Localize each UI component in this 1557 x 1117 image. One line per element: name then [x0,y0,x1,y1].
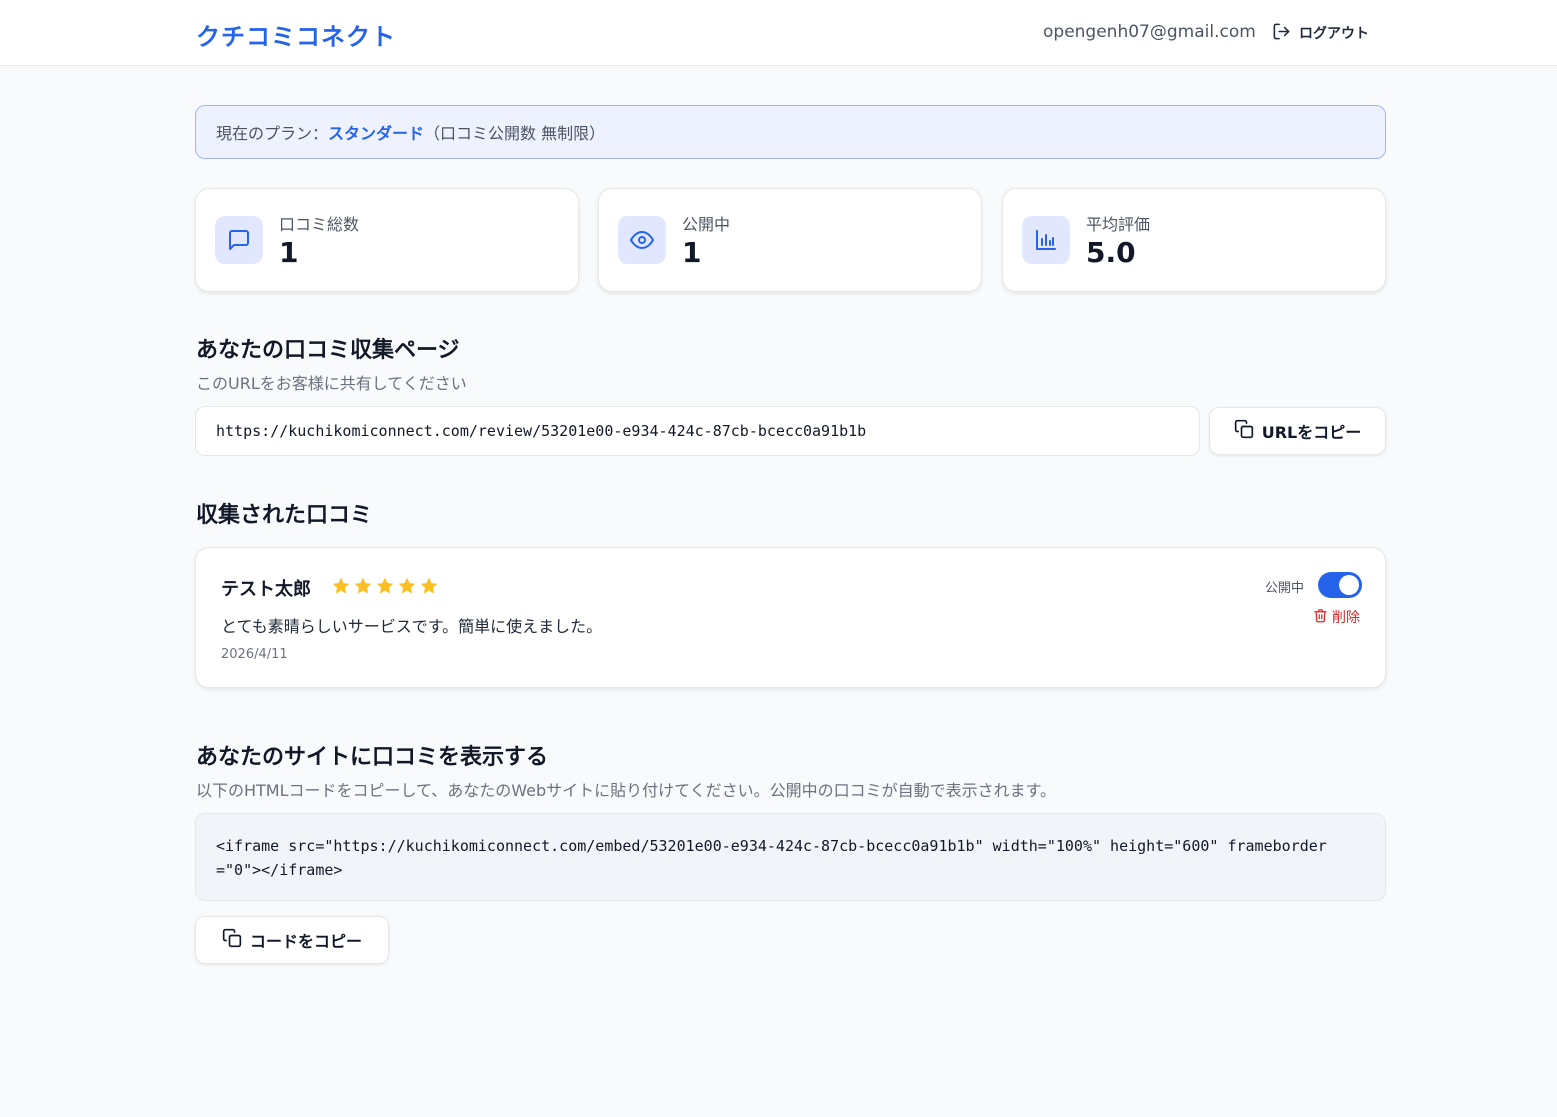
publish-status-label: 公開中 [1265,581,1305,596]
embed-section-title: あなたのサイトに口コミを表示する [196,745,549,770]
copy-icon [222,928,242,952]
top-header: クチコミコネクト opengenh07@gmail.com ログアウト [0,0,1557,66]
plan-name: スタンダード [328,124,425,143]
reviewer-name: テスト太郎 [221,579,311,600]
app-logo[interactable]: クチコミコネクト [196,17,396,52]
logout-label: ログアウト [1299,26,1369,42]
review-text: とても素晴らしいサービスです。簡単に使えました。 [221,617,603,636]
plan-banner: 現在のプラン： スタンダード （口コミ公開数 無制限） [195,105,1386,159]
user-email: opengenh07@gmail.com [1043,22,1256,42]
copy-icon [1234,419,1254,443]
trash-icon [1313,608,1328,627]
reviews-section-title: 収集された口コミ [196,503,373,528]
stat-label: 公開中 [682,215,731,234]
collect-section-subtitle: このURLをお客様に共有してください [196,374,467,393]
review-date: 2026/4/11 [221,647,288,662]
star-icon [332,577,350,594]
embed-section-subtitle: 以下のHTMLコードをコピーして、あなたのWebサイトに貼り付けてください。公開… [196,781,1057,800]
delete-review-button[interactable]: 削除 [1313,607,1360,627]
copy-url-button[interactable]: URLをコピー [1209,407,1386,455]
toggle-knob [1339,575,1359,595]
stat-card-total-reviews: 口コミ総数 1 [195,188,579,292]
stat-value: 1 [279,236,299,269]
star-icon [398,577,416,594]
plan-suffix: （口コミ公開数 無制限） [424,124,606,143]
stat-value: 5.0 [1086,236,1136,269]
plan-prefix: 現在のプラン： [216,124,329,143]
embed-code-block[interactable]: <iframe src="https://kuchikomiconnect.co… [195,813,1386,901]
copy-url-label: URLをコピー [1261,423,1362,442]
stat-value: 1 [682,236,702,269]
logout-button[interactable]: ログアウト [1272,21,1369,45]
stat-card-average-rating: 平均評価 5.0 [1002,188,1386,292]
star-icon [420,577,438,594]
rating-stars [331,576,439,596]
message-square-icon [215,216,263,264]
logout-icon [1272,22,1291,45]
publish-toggle[interactable] [1318,572,1362,598]
eye-icon [618,216,666,264]
copy-code-button[interactable]: コードをコピー [195,916,389,964]
copy-code-label: コードをコピー [249,932,362,951]
stat-label: 口コミ総数 [279,215,360,234]
delete-label: 削除 [1332,610,1360,626]
star-icon [376,577,394,594]
review-card: テスト太郎 とても素晴らしいサービスです。簡単に使えました。 2026/4/11… [195,547,1386,688]
review-url-field[interactable]: https://kuchikomiconnect.com/review/5320… [195,406,1200,456]
bar-chart-icon [1022,216,1070,264]
stat-label: 平均評価 [1086,215,1151,234]
collect-section-title: あなたの口コミ収集ページ [196,338,460,363]
stat-card-published: 公開中 1 [598,188,982,292]
star-icon [354,577,372,594]
